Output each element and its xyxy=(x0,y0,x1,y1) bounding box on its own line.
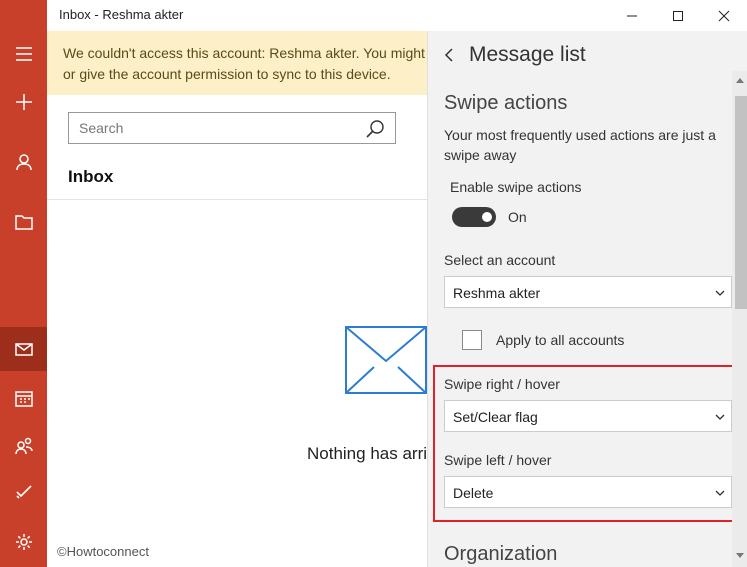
mail-button[interactable] xyxy=(0,327,47,371)
panel-scrollbar[interactable] xyxy=(732,71,747,567)
close-button[interactable] xyxy=(701,0,747,31)
swipe-right-select[interactable]: Set/Clear flag xyxy=(444,400,732,432)
settings-button[interactable] xyxy=(0,522,47,562)
close-icon xyxy=(718,10,730,21)
new-mail-button[interactable] xyxy=(0,82,47,122)
empty-inbox-message: Nothing has arrived xyxy=(307,444,427,463)
chevron-down-icon xyxy=(715,414,725,420)
hamburger-icon xyxy=(15,47,32,61)
calendar-button[interactable] xyxy=(0,378,47,418)
scroll-down-arrow-icon[interactable] xyxy=(736,553,744,559)
search-placeholder: Search xyxy=(79,120,124,136)
watermark-text: ©Howtoconnect xyxy=(57,544,149,559)
banner-text-line-1: We couldn't access this account: Reshma … xyxy=(63,45,425,61)
mail-icon xyxy=(14,343,33,356)
calendar-icon xyxy=(14,391,33,407)
panel-title: Message list xyxy=(469,43,586,66)
swipe-left-label: Swipe left / hover xyxy=(444,452,552,468)
folders-button[interactable] xyxy=(0,202,47,242)
chevron-down-icon xyxy=(715,490,725,496)
swipe-right-value: Set/Clear flag xyxy=(453,409,538,425)
maximize-icon xyxy=(673,10,683,21)
apply-all-accounts-label: Apply to all accounts xyxy=(496,332,625,348)
minimize-icon xyxy=(627,15,637,16)
enable-swipe-toggle[interactable] xyxy=(452,207,496,227)
list-divider xyxy=(47,199,427,200)
scroll-thumb[interactable] xyxy=(735,96,747,309)
minimize-button[interactable] xyxy=(609,0,655,31)
todo-button[interactable] xyxy=(0,472,47,512)
chevron-down-icon xyxy=(715,290,725,296)
enable-swipe-label: Enable swipe actions xyxy=(450,179,582,195)
swipe-left-select[interactable]: Delete xyxy=(444,476,732,508)
checkmark-icon xyxy=(15,485,32,499)
select-account-label: Select an account xyxy=(444,252,556,268)
account-select-value: Reshma akter xyxy=(453,285,541,301)
apply-all-accounts-checkbox[interactable] xyxy=(462,330,482,350)
swipe-actions-heading: Swipe actions xyxy=(444,92,568,114)
folder-icon xyxy=(14,215,33,230)
accounts-button[interactable] xyxy=(0,142,47,182)
account-select[interactable]: Reshma akter xyxy=(444,276,732,308)
person-icon xyxy=(15,154,32,171)
search-icon[interactable] xyxy=(365,119,385,139)
back-arrow-icon[interactable] xyxy=(442,45,456,65)
swipe-left-value: Delete xyxy=(453,485,494,501)
maximize-button[interactable] xyxy=(655,0,701,31)
search-input[interactable]: Search xyxy=(68,112,396,144)
window-title: Inbox - Reshma akter xyxy=(59,7,184,22)
swipe-actions-description: Your most frequently used actions are ju… xyxy=(444,127,716,163)
toggle-knob xyxy=(482,212,492,222)
organization-heading: Organization xyxy=(444,543,558,565)
banner-text-line-2: or give the account permission to sync t… xyxy=(63,66,391,82)
people-button[interactable] xyxy=(0,426,47,466)
gear-icon xyxy=(15,534,32,550)
swipe-right-label: Swipe right / hover xyxy=(444,376,560,392)
hamburger-menu-button[interactable] xyxy=(0,34,47,74)
envelope-icon xyxy=(345,326,427,394)
message-list-settings-panel: Message list Swipe actions Your most fre… xyxy=(427,31,747,567)
scroll-up-arrow-icon[interactable] xyxy=(736,77,744,83)
app-rail xyxy=(0,0,47,567)
toggle-state-text: On xyxy=(508,209,527,225)
people-icon xyxy=(14,437,33,455)
plus-icon xyxy=(15,94,32,110)
inbox-heading: Inbox xyxy=(68,167,114,186)
account-warning-banner[interactable]: We couldn't access this account: Reshma … xyxy=(47,31,427,95)
title-bar: Inbox - Reshma akter xyxy=(47,0,747,31)
